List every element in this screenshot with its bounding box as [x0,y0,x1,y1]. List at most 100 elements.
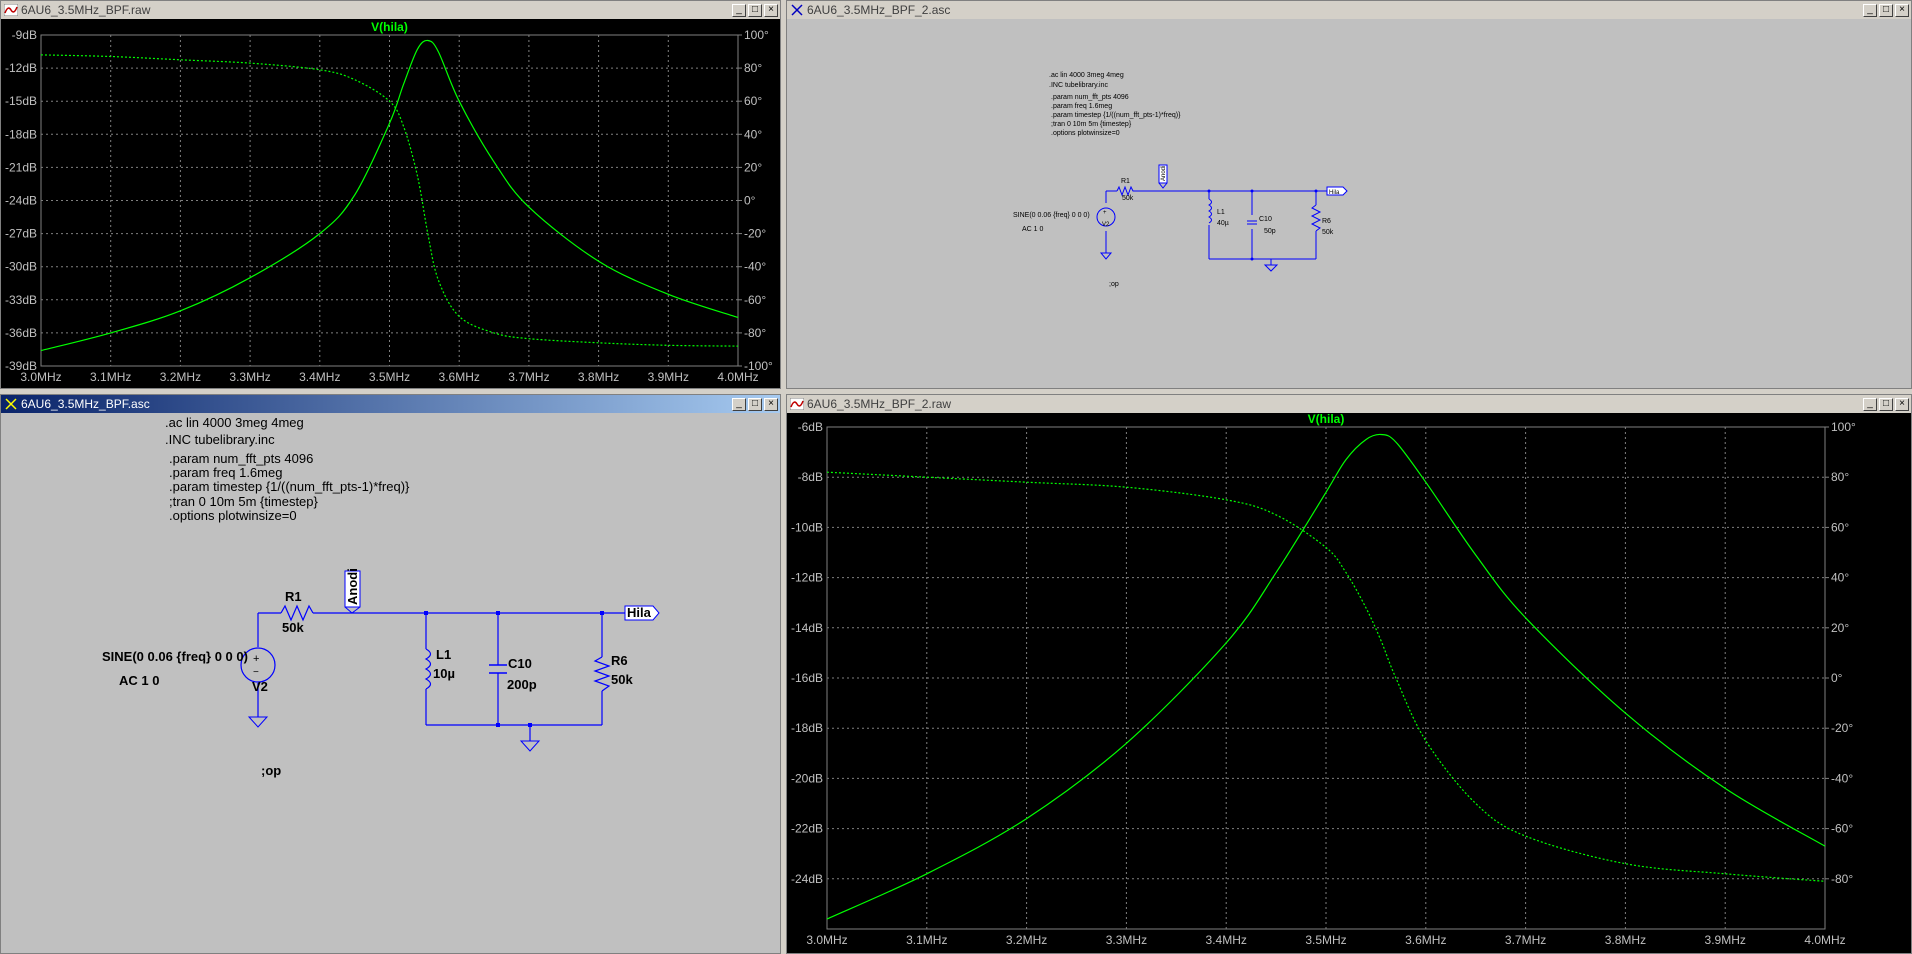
waveform-chart-2[interactable]: V(hila) 3.0MHz 3.1MHz 3.2MHz 3.3MHz 3.4MHz 3.5… [787,412,1911,953]
anodi-net-label[interactable]: Anodi [344,568,361,614]
schematic-drawing-2[interactable]: .ac lin 4000 3meg 4meg .INC tubelibrary.… [787,19,1911,388]
waveform-icon [790,398,804,410]
y2-tick-label: 80° [744,61,762,75]
schematic-icon [790,4,804,16]
minimize-button[interactable]: _ [732,3,746,17]
schematic-canvas-1[interactable]: .ac lin 4000 3meg 4meg .INC tubelibrary.… [1,413,780,953]
schematic-window-1-titlebar[interactable]: 6AU6_3.5MHz_BPF.asc _ □ × [1,395,780,413]
minimize-button[interactable]: _ [1863,3,1877,17]
plot-area-2[interactable]: V(hila) 3.0MHz 3.1MHz 3.2MHz 3.3MHz 3.4MHz 3.5… [787,412,1911,953]
x-tick-label: 3.5MHz [369,370,410,384]
param-line: ;tran 0 10m 5m {timestep} [1051,121,1132,128]
y2-tick-label: 0° [1831,671,1843,685]
y-tick-label: -12dB [5,61,37,75]
y2-tick-label: -80° [1831,872,1853,886]
ground-icon [247,716,269,728]
param-line: .param timestep {1/((num_fft_pts-1)*freq… [169,479,410,494]
v2-name: V2 [252,679,268,694]
l1-inductor[interactable] [424,648,432,690]
y-tick-label: -8dB [798,470,823,484]
close-button[interactable]: × [764,3,778,17]
r6-resistor-small[interactable] [1310,204,1322,232]
schematic-window-2[interactable]: 6AU6_3.5MHz_BPF_2.asc _ □ × .ac lin 4000… [786,0,1912,389]
y2-tick-label: -20° [1831,721,1853,735]
c10-capacitor[interactable] [489,664,507,674]
param-line: .param freq 1.6meg [1051,103,1112,110]
ac-spec: AC 1 0 [1022,226,1044,233]
r1-name: R1 [285,589,302,604]
y2-tick-label: -40° [744,260,766,274]
r1-name: R1 [1121,178,1130,185]
waveform-icon [4,4,18,16]
c10-name: C10 [508,656,532,671]
y-tick-label: -22dB [791,822,823,836]
plot-window-1-titlebar[interactable]: 6AU6_3.5MHz_BPF.raw _ □ × [1,1,780,19]
x-tick-label: 3.9MHz [648,370,689,384]
schematic-icon [4,398,18,410]
waveform-chart-1[interactable]: V(hila)3.0MHz 3.1MHz 3.2MHz 3.3MHz 3.4MHz 3.5… [1,19,780,388]
y2-tick-label: 40° [744,127,762,141]
c10-value: 50p [1264,228,1276,235]
r1-resistor[interactable] [280,604,314,622]
x-tick-label: 3.5MHz [1305,933,1346,947]
y2-tick-label: -80° [744,326,766,340]
schematic-window-1[interactable]: 6AU6_3.5MHz_BPF.asc _ □ × .ac lin 4000 3… [0,394,781,954]
c10-capacitor-small[interactable] [1247,220,1257,225]
y-tick-label: -39dB [5,359,37,373]
x-tick-label: 3.3MHz [1106,933,1147,947]
r6-resistor[interactable] [593,656,611,692]
param-line: .param num_fft_pts 4096 [1051,94,1129,101]
svg-text:Hila: Hila [1329,190,1340,196]
plot-window-1[interactable]: 6AU6_3.5MHz_BPF.raw _ □ × V(hila) 3.0MHz 3… [0,0,781,389]
x-tick-label: 3.7MHz [508,370,549,384]
schematic-window-1-title: 6AU6_3.5MHz_BPF.asc [21,397,150,411]
plot-area-1[interactable]: V(hila) 3.0MHz 3.1MHz 3.2MHz 3.3MHz 3.4MHz 3.5… [1,19,780,388]
spice-directives: .ac lin 4000 3meg 4meg .INC tubelibrary.… [1049,72,1181,137]
y-tick-label: -18dB [5,127,37,141]
close-button[interactable]: × [1895,397,1909,411]
y2-tick-label: 0° [744,194,756,208]
x-tick-label: 3.0MHz [806,933,847,947]
close-button[interactable]: × [764,397,778,411]
x-tick-label: 3.8MHz [578,370,619,384]
hila-net-label[interactable]: Hila [624,605,660,621]
y-tick-label: -6dB [798,420,823,434]
r1-value: 50k [1122,195,1134,202]
svg-text:Anodi: Anodi [1161,166,1167,181]
l1-inductor-small[interactable] [1208,198,1212,224]
maximize-button[interactable]: □ [1879,3,1893,17]
r6-name: R6 [1322,218,1331,225]
anodi-net-label-small[interactable]: Anodi [1158,164,1168,189]
svg-text:V2: V2 [1102,222,1110,228]
plot-window-2-titlebar[interactable]: 6AU6_3.5MHz_BPF_2.raw _ □ × [787,395,1911,413]
param-line: .param num_fft_pts 4096 [169,451,313,466]
minimize-button[interactable]: _ [732,397,746,411]
r1-value: 50k [282,620,304,635]
y-tick-label: -27dB [5,227,37,241]
c10-name: C10 [1259,216,1272,223]
schematic-drawing-1[interactable]: .ac lin 4000 3meg 4meg .INC tubelibrary.… [1,413,780,953]
hila-net-label-small[interactable]: Hila [1326,186,1348,196]
y-tick-label: -10dB [791,520,823,534]
y2-tick-label: -40° [1831,771,1853,785]
close-button[interactable]: × [1895,3,1909,17]
y-tick-label: -18dB [791,721,823,735]
maximize-button[interactable]: □ [748,3,762,17]
maximize-button[interactable]: □ [1879,397,1893,411]
y2-tick-label: 100° [1831,420,1856,434]
schematic-window-2-titlebar[interactable]: 6AU6_3.5MHz_BPF_2.asc _ □ × [787,1,1911,19]
schematic-canvas-2[interactable]: .ac lin 4000 3meg 4meg .INC tubelibrary.… [787,19,1911,388]
x-tick-label: 3.2MHz [1006,933,1047,947]
source-spec: SINE(0 0.06 {freq} 0 0 0) [1013,212,1090,219]
source-spec: SINE(0 0.06 {freq} 0 0 0) [102,649,248,664]
x-tick-label: 3.3MHz [229,370,270,384]
y-tick-label: -21dB [5,160,37,174]
y-tick-label: -20dB [791,771,823,785]
plot-window-2[interactable]: 6AU6_3.5MHz_BPF_2.raw _ □ × V(hila) 3.0MH… [786,394,1912,954]
maximize-button[interactable]: □ [748,397,762,411]
r1-resistor-small[interactable] [1116,185,1135,197]
c10-value: 200p [507,677,537,692]
minimize-button[interactable]: _ [1863,397,1877,411]
x-tick-label: 3.4MHz [299,370,340,384]
svg-text:−: − [253,667,259,678]
